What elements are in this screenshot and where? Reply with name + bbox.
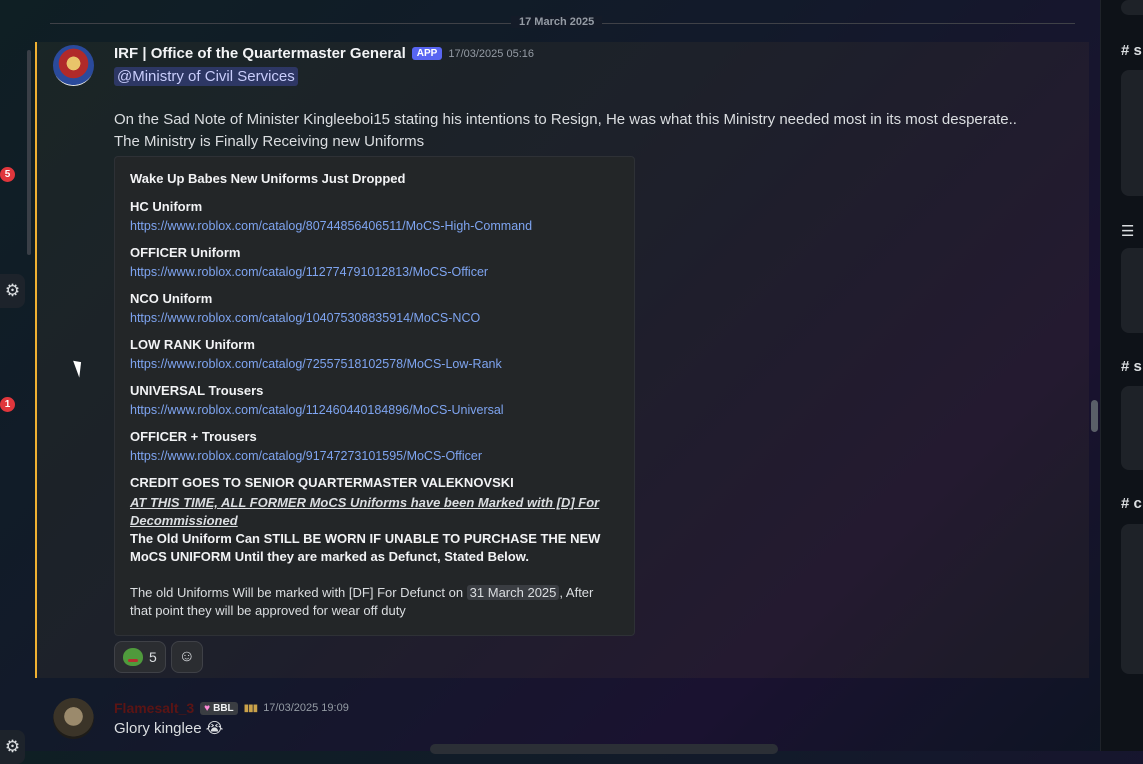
app-badge: APP bbox=[411, 47, 443, 60]
author-name[interactable]: Flamesalt_3 bbox=[114, 700, 194, 716]
embed-field-label: OFFICER + Trousers bbox=[130, 429, 257, 444]
channel-hash[interactable]: # c bbox=[1121, 495, 1142, 512]
channel-hash[interactable]: # s bbox=[1121, 42, 1142, 59]
message-header: IRF | Office of the Quartermaster Genera… bbox=[114, 45, 534, 62]
smiley-icon: ☺ bbox=[178, 648, 195, 665]
rank-bars-icon: ▮▮▮ bbox=[243, 702, 258, 714]
embed-footer-text: The old Uniforms Will be marked with [DF… bbox=[130, 585, 467, 600]
embed-footer-text: that point they will be approved for wea… bbox=[130, 603, 406, 618]
thread-icon[interactable]: ☰ bbox=[1121, 222, 1134, 240]
panel-card[interactable] bbox=[1121, 248, 1143, 333]
embed-old-uniform: MoCS UNIFORM Until they are marked as De… bbox=[130, 549, 529, 564]
panel-card[interactable] bbox=[1121, 386, 1143, 470]
timestamp: 17/03/2025 05:16 bbox=[448, 47, 534, 60]
embed-credit: CREDIT GOES TO SENIOR QUARTERMASTER VALE… bbox=[130, 475, 514, 490]
embed-field-label: HC Uniform bbox=[130, 199, 203, 214]
embed-field-label: NCO Uniform bbox=[130, 291, 213, 306]
unread-badge: 1 bbox=[0, 397, 15, 412]
crying-emoji-icon: 😭 bbox=[205, 720, 224, 737]
embed-link[interactable]: https://www.roblox.com/catalog/725575181… bbox=[130, 357, 502, 371]
embed-field-label: LOW RANK Uniform bbox=[130, 337, 255, 352]
jump-to-present-bar[interactable] bbox=[430, 744, 778, 754]
gear-icon[interactable]: ⚙ bbox=[0, 274, 25, 308]
embed-notice: Decommissioned bbox=[130, 513, 238, 528]
chat-area: 17 March 2025 IRF | Office of the Quarte… bbox=[35, 0, 1100, 754]
embed-link[interactable]: https://www.roblox.com/catalog/917472731… bbox=[130, 449, 482, 463]
right-panel: # s ☰ # s # c bbox=[1100, 0, 1143, 751]
channel-hash[interactable]: # s bbox=[1121, 358, 1142, 375]
embed-title: Wake Up Babes New Uniforms Just Dropped bbox=[130, 171, 406, 186]
embed-old-uniform: The Old Uniform Can STILL BE WORN IF UNA… bbox=[130, 531, 601, 546]
pepe-cry-icon bbox=[123, 648, 143, 666]
message-header: Flamesalt_3 ♥ BBL ▮▮▮ 17/03/2025 19:09 bbox=[114, 700, 349, 716]
avatar[interactable] bbox=[53, 698, 94, 739]
role-mention[interactable]: @Ministry of Civil Services bbox=[114, 67, 298, 86]
role-tag: ♥ BBL bbox=[200, 701, 238, 715]
embed-field-label: OFFICER Uniform bbox=[130, 245, 241, 260]
embed-link[interactable]: https://www.roblox.com/catalog/104075308… bbox=[130, 311, 480, 325]
embed-notice: AT THIS TIME, ALL FORMER MoCS Uniforms h… bbox=[130, 495, 600, 510]
unread-badge: 5 bbox=[0, 167, 15, 182]
chat-scrollbar[interactable] bbox=[1091, 400, 1098, 432]
date-divider-label: 17 March 2025 bbox=[511, 16, 603, 28]
add-reaction-button[interactable]: ☺ bbox=[170, 641, 203, 673]
author-name[interactable]: IRF | Office of the Quartermaster Genera… bbox=[114, 45, 406, 62]
gear-icon[interactable]: ⚙ bbox=[0, 730, 25, 764]
message-text: The Ministry is Finally Receiving new Un… bbox=[114, 133, 425, 150]
embed-footer-text: , After bbox=[559, 585, 594, 600]
rail-scrollbar[interactable] bbox=[27, 50, 31, 255]
message-text-body: Glory kinglee bbox=[114, 720, 202, 737]
reaction-pepe-cry[interactable]: 5 bbox=[114, 641, 166, 673]
role-tag-label: BBL bbox=[213, 702, 234, 714]
heart-icon: ♥ bbox=[204, 702, 211, 714]
panel-card[interactable] bbox=[1121, 524, 1143, 674]
message-text: On the Sad Note of Minister Kingleeboi15… bbox=[114, 111, 1017, 128]
avatar[interactable] bbox=[53, 45, 94, 86]
embed-link[interactable]: https://www.roblox.com/catalog/807448564… bbox=[130, 219, 532, 233]
panel-card[interactable] bbox=[1121, 0, 1143, 15]
message-text: Glory kinglee 😭 bbox=[114, 719, 223, 737]
timestamp: 17/03/2025 19:09 bbox=[263, 702, 349, 714]
panel-card[interactable] bbox=[1121, 70, 1143, 196]
embed-footer: The old Uniforms Will be marked with [DF… bbox=[130, 585, 593, 600]
message-embed: Wake Up Babes New Uniforms Just Dropped … bbox=[114, 156, 635, 636]
embed-link[interactable]: https://www.roblox.com/catalog/112774791… bbox=[130, 265, 488, 279]
date-chip[interactable]: 31 March 2025 bbox=[466, 585, 560, 600]
reaction-count: 5 bbox=[149, 649, 157, 665]
reactions: 5 ☺ bbox=[114, 641, 203, 673]
embed-link[interactable]: https://www.roblox.com/catalog/112460440… bbox=[130, 403, 504, 417]
server-rail: 5 ⚙ 1 ⚙ bbox=[0, 0, 30, 764]
embed-field-label: UNIVERSAL Trousers bbox=[130, 383, 264, 398]
